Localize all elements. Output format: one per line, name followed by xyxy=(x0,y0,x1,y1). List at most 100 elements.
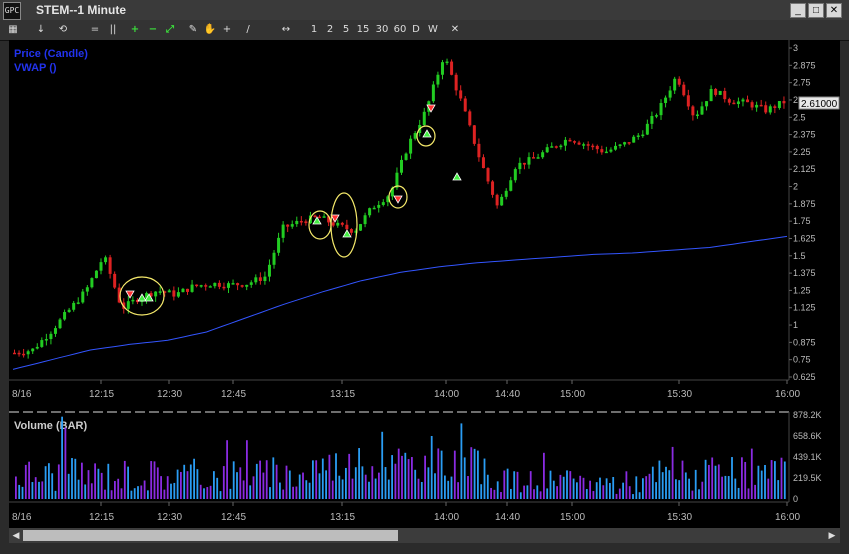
volume-bar xyxy=(684,472,687,499)
volume-bar xyxy=(572,478,575,499)
period-d-button[interactable]: D xyxy=(410,23,422,37)
chart-svg[interactable]: Price (Candle) VWAP () 32.8752.752.6252.… xyxy=(9,40,840,528)
volume-bar xyxy=(31,482,34,499)
volume-yaxis-label: 219.5K xyxy=(793,473,822,483)
volume-bar xyxy=(292,486,294,499)
price-xaxis-label: 13:15 xyxy=(330,389,355,400)
volume-bar xyxy=(34,477,37,499)
volume-bar xyxy=(638,492,641,499)
candle-body xyxy=(258,277,262,282)
period-2-button[interactable]: 2 xyxy=(324,23,336,37)
status-strip xyxy=(0,543,849,554)
volume-bar xyxy=(94,463,96,499)
close-chart-icon[interactable]: ✕ xyxy=(449,23,461,37)
sell-signal-marker xyxy=(393,195,403,204)
volume-bar xyxy=(711,457,714,499)
volume-bar xyxy=(117,478,120,499)
close-window-button[interactable]: ✕ xyxy=(826,3,842,18)
volume-bar xyxy=(727,476,730,499)
candle-body xyxy=(768,106,772,113)
price-yaxis-label: 2.75 xyxy=(793,78,811,88)
volume-bar xyxy=(226,440,228,499)
refresh-icon[interactable]: ⟲ xyxy=(56,23,70,37)
volume-bar xyxy=(480,484,483,499)
scroll-right-icon[interactable]: ▶ xyxy=(826,529,838,542)
candle-body xyxy=(254,277,258,283)
volume-bar xyxy=(57,464,60,499)
volume-bar xyxy=(496,481,499,499)
volume-bar xyxy=(589,480,591,499)
volume-bar xyxy=(54,490,57,499)
candle-body xyxy=(577,142,581,145)
volume-bar xyxy=(384,467,387,499)
candle-body xyxy=(541,152,545,158)
volume-bar xyxy=(262,472,265,499)
candle-body xyxy=(759,104,763,107)
fit-icon[interactable]: ⤢ xyxy=(163,23,177,37)
candle-body xyxy=(167,290,171,293)
volume-bar xyxy=(84,484,87,499)
pan-icon[interactable]: ↔ xyxy=(279,23,293,37)
candle-body xyxy=(727,99,731,103)
volume-bar xyxy=(378,472,380,499)
candle-body xyxy=(222,286,226,289)
volume-bar xyxy=(397,448,400,499)
line-tool-icon[interactable]: / xyxy=(241,23,255,37)
volume-bar xyxy=(483,458,486,499)
period-1-button[interactable]: 1 xyxy=(308,23,320,37)
pause-icon[interactable]: || xyxy=(106,23,120,37)
scroll-left-icon[interactable]: ◀ xyxy=(10,529,22,542)
highlight-ellipses xyxy=(119,125,436,316)
volume-xaxis-label: 12:15 xyxy=(89,512,114,523)
volume-bar xyxy=(642,478,644,499)
draw-icon[interactable]: ✎ xyxy=(186,23,200,37)
volume-bar xyxy=(731,457,733,499)
volume-bar xyxy=(127,466,129,499)
candle-body xyxy=(368,208,372,216)
volume-bar xyxy=(490,487,492,499)
chart-area[interactable]: Price (Candle) VWAP () 32.8752.752.6252.… xyxy=(9,40,840,528)
price-xaxis-label: 12:30 xyxy=(157,389,182,400)
volume-bar xyxy=(628,486,631,499)
maximize-button[interactable]: □ xyxy=(808,3,824,18)
horizontal-scrollbar[interactable]: ◀ ▶ xyxy=(9,528,840,543)
candle-body xyxy=(272,252,276,265)
candle-body xyxy=(691,106,695,116)
volume-bar xyxy=(704,459,707,499)
minimize-button[interactable]: _ xyxy=(790,3,806,18)
candle-body xyxy=(213,282,217,287)
volume-bar xyxy=(354,467,357,499)
price-xaxis-label: 15:30 xyxy=(667,389,692,400)
scroll-thumb[interactable] xyxy=(23,530,398,541)
volume-bar xyxy=(552,480,555,499)
lines-icon[interactable]: = xyxy=(88,23,102,37)
download-icon[interactable]: ↓ xyxy=(34,23,48,37)
hand-icon[interactable]: ✋ xyxy=(203,23,217,37)
candle-body xyxy=(85,287,89,292)
crosshair-icon[interactable]: + xyxy=(220,23,234,37)
period-15-button[interactable]: 15 xyxy=(355,23,371,37)
candle-body xyxy=(431,84,435,102)
zoom-in-icon[interactable]: + xyxy=(128,23,142,37)
volume-bar xyxy=(173,482,176,499)
volume-bar xyxy=(463,457,466,499)
candle-body xyxy=(349,229,353,233)
volume-bar xyxy=(209,485,212,499)
candle-body xyxy=(204,285,208,287)
volume-bar xyxy=(549,470,552,499)
candle-body xyxy=(290,224,294,227)
volume-bar xyxy=(708,464,710,499)
price-xaxis-label: 14:40 xyxy=(495,389,520,400)
zoom-out-icon[interactable]: − xyxy=(146,23,160,37)
volume-bar xyxy=(143,480,146,499)
volume-bar xyxy=(622,482,624,499)
data-icon[interactable]: ▦ xyxy=(6,23,20,37)
volume-bar xyxy=(298,474,301,499)
volume-bar xyxy=(510,488,512,499)
period-w-button[interactable]: W xyxy=(427,23,439,37)
volume-bar xyxy=(420,482,423,499)
period-5-button[interactable]: 5 xyxy=(340,23,352,37)
volume-bar xyxy=(259,460,261,499)
period-60-button[interactable]: 60 xyxy=(392,23,408,37)
period-30-button[interactable]: 30 xyxy=(374,23,390,37)
